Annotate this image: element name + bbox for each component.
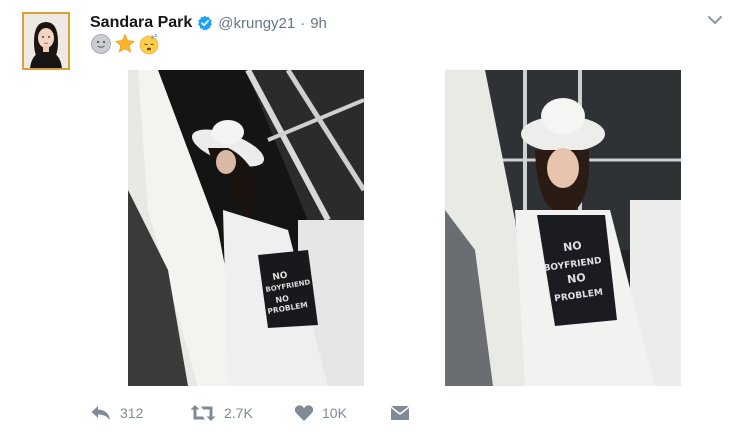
like-button[interactable]: 10K xyxy=(294,404,347,422)
direct-message-button[interactable] xyxy=(390,405,410,421)
author-name[interactable]: Sandara Park xyxy=(90,14,192,32)
svg-text:NO: NO xyxy=(566,271,586,286)
envelope-icon xyxy=(391,406,409,420)
sleeping-face-icon: z z xyxy=(139,33,159,55)
tweet-text: z z xyxy=(90,33,160,55)
slightly-smiling-face-icon xyxy=(91,34,111,54)
avatar-image xyxy=(24,14,68,68)
photo-2-image: NO BOYFRIEND NO PROBLEM xyxy=(445,70,681,386)
separator-dot: · xyxy=(300,14,306,32)
retweet-count: 2.7K xyxy=(224,405,253,421)
heart-icon xyxy=(294,405,314,421)
reply-button[interactable]: 312 xyxy=(90,404,143,422)
svg-text:NO: NO xyxy=(562,239,582,254)
like-count: 10K xyxy=(322,405,347,421)
tweet-card: Sandara Park @krungy21 · 9h z z NO BOYFR… xyxy=(0,0,749,440)
retweet-button[interactable]: 2.7K xyxy=(190,404,253,422)
reply-icon xyxy=(91,406,110,420)
photo-1-image: NO BOYFRIEND NO PROBLEM xyxy=(128,70,364,386)
svg-text:z: z xyxy=(155,33,158,39)
tweet-timestamp[interactable]: 9h xyxy=(310,15,327,32)
chevron-down-icon[interactable] xyxy=(707,14,723,26)
reply-count: 312 xyxy=(120,405,144,421)
tweet-photo-1[interactable]: NO BOYFRIEND NO PROBLEM xyxy=(128,70,364,386)
tweet-photo-2[interactable]: NO BOYFRIEND NO PROBLEM xyxy=(445,70,681,386)
verified-badge-icon xyxy=(198,15,213,31)
avatar[interactable] xyxy=(22,12,70,70)
tweet-header: Sandara Park @krungy21 · 9h xyxy=(90,12,327,34)
author-handle[interactable]: @krungy21 xyxy=(218,15,295,32)
retweet-icon xyxy=(190,405,216,421)
star-icon xyxy=(114,33,136,53)
